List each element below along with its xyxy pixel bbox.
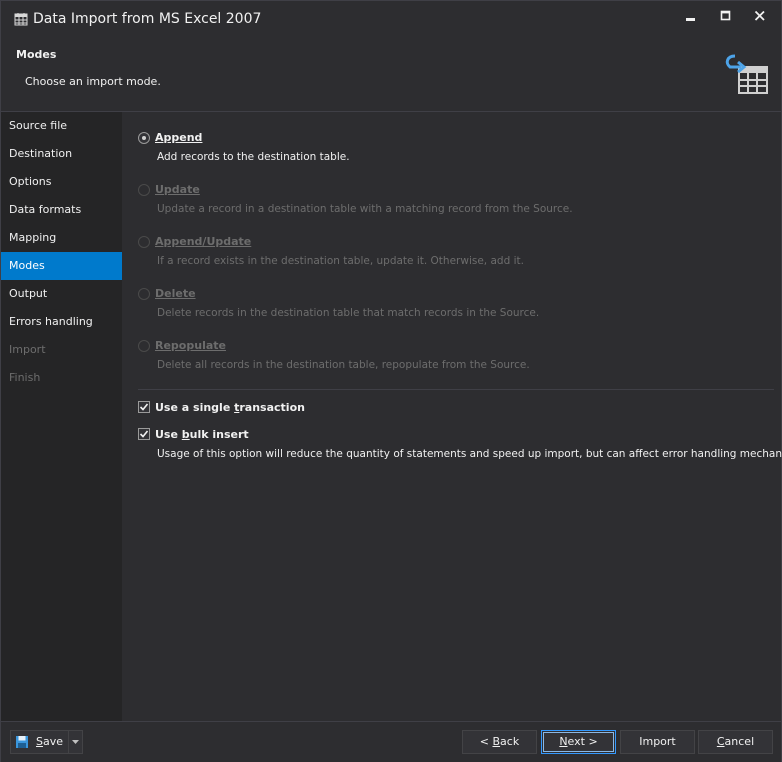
radio-update [138, 184, 150, 196]
radio-append-update [138, 236, 150, 248]
bulk-insert-checkbox[interactable] [138, 428, 150, 440]
modes-panel: Append Add records to the destination ta… [122, 112, 782, 721]
maximize-icon [720, 10, 731, 21]
radio-append[interactable] [138, 132, 150, 144]
mode-append-desc: Add records to the destination table. [157, 151, 350, 163]
import-button[interactable]: Import [620, 730, 695, 754]
calendar-table-icon [14, 13, 28, 26]
sidebar-item-output[interactable]: Output [1, 280, 122, 308]
wizard-steps-sidebar: Source file Destination Options Data for… [1, 112, 122, 721]
mode-repopulate-label: Repopulate [155, 339, 226, 352]
cancel-label-rest: ancel [724, 735, 755, 748]
save-label-accel: S [36, 735, 43, 748]
bulk-insert-label-post: ulk insert [189, 428, 249, 441]
minimize-button[interactable] [674, 5, 708, 27]
back-label-pre: < [479, 735, 493, 748]
sidebar-item-modes[interactable]: Modes [1, 252, 122, 280]
mode-update-label-text: Update [155, 183, 200, 196]
mode-delete-label-text: Delete [155, 287, 196, 300]
mode-delete-desc: Delete records in the destination table … [157, 307, 540, 319]
save-label-rest: ave [42, 735, 64, 748]
mode-append-update-label: Append/Update [155, 235, 251, 248]
page-title: Modes [16, 48, 57, 61]
next-label-accel: N [559, 735, 568, 748]
bulk-insert-desc: Usage of this option will reduce the qua… [157, 448, 782, 460]
title-bar: Data Import from MS Excel 2007 [1, 1, 781, 39]
save-split-button: Save [10, 730, 83, 754]
page-subtitle: Choose an import mode. [25, 75, 161, 88]
radio-delete [138, 288, 150, 300]
sidebar-item-errors-handling[interactable]: Errors handling [1, 308, 122, 336]
single-transaction-label-pre: Use a single [155, 401, 235, 414]
radio-repopulate [138, 340, 150, 352]
back-button[interactable]: < Back [462, 730, 537, 754]
bulk-insert-label-pre: Use [155, 428, 182, 441]
bulk-insert-label-accel: b [181, 428, 190, 441]
chevron-down-icon [72, 740, 79, 744]
mode-update-label: Update [155, 183, 200, 196]
single-transaction-label-post: ransaction [239, 401, 305, 414]
cancel-button[interactable]: Cancel [698, 730, 773, 754]
save-label: Save [36, 735, 63, 748]
mode-repopulate-desc: Delete all records in the destination ta… [157, 359, 530, 371]
import-table-icon [723, 53, 769, 95]
bulk-insert-label[interactable]: Use bulk insert [155, 428, 249, 441]
sidebar-item-finish: Finish [9, 371, 41, 384]
mode-append-label-text: Append [155, 131, 203, 144]
close-button[interactable] [743, 5, 777, 27]
save-button[interactable]: Save [11, 731, 68, 753]
checkmark-icon [139, 403, 149, 411]
mode-append-update-label-text: Append/Update [155, 235, 252, 248]
mode-update-desc: Update a record in a destination table w… [157, 203, 573, 215]
minimize-icon [686, 18, 695, 21]
window-title: Data Import from MS Excel 2007 [33, 11, 262, 27]
single-transaction-checkbox[interactable] [138, 401, 150, 413]
mode-repopulate-label-text: Repopulate [155, 339, 226, 352]
import-wizard-window: Data Import from MS Excel 2007 Modes Cho… [0, 0, 782, 762]
back-label-rest: ack [500, 735, 520, 748]
sidebar-item-options[interactable]: Options [1, 168, 122, 196]
close-icon [754, 10, 765, 21]
options-separator [138, 389, 774, 390]
wizard-footer: Save < Back Next > Import Cancel [1, 721, 781, 762]
sidebar-item-source-file[interactable]: Source file [1, 112, 122, 140]
next-button[interactable]: Next > [541, 730, 616, 754]
mode-append-update-desc: If a record exists in the destination ta… [157, 255, 524, 267]
cancel-label-accel: C [716, 735, 725, 748]
wizard-header: Modes Choose an import mode. [1, 39, 781, 112]
back-label-accel: B [492, 735, 501, 748]
mode-delete-label: Delete [155, 287, 196, 300]
mode-append-label[interactable]: Append [155, 131, 202, 144]
checkmark-icon [139, 430, 149, 438]
sidebar-item-destination[interactable]: Destination [1, 140, 122, 168]
maximize-button[interactable] [709, 5, 743, 27]
sidebar-item-mapping[interactable]: Mapping [1, 224, 122, 252]
save-dropdown-button[interactable] [68, 731, 83, 753]
next-label-rest: ext > [567, 735, 598, 748]
sidebar-item-data-formats[interactable]: Data formats [1, 196, 122, 224]
single-transaction-label[interactable]: Use a single transaction [155, 401, 305, 414]
floppy-disk-icon [15, 735, 29, 752]
sidebar-item-import: Import [9, 343, 46, 356]
